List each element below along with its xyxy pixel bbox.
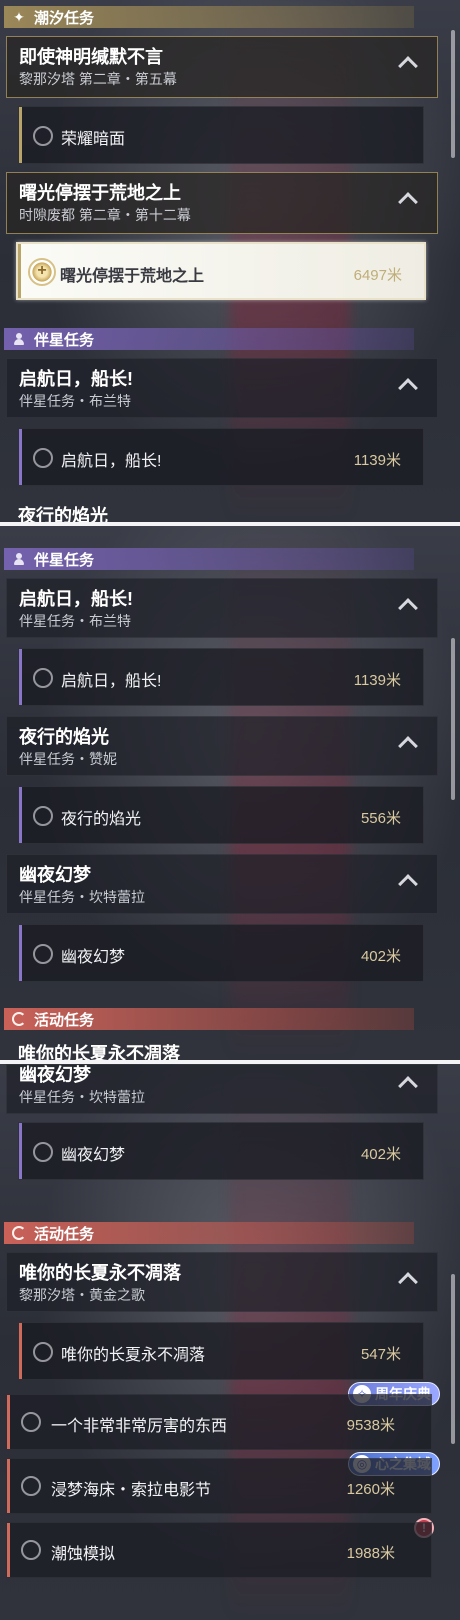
swirl-icon [10,1224,28,1242]
chevron-up-icon[interactable] [398,874,418,894]
subquest-distance: 547米 [360,1346,401,1363]
chevron-up-icon[interactable] [398,1272,418,1292]
quest-title-partial: 夜行的焰光 [18,506,108,522]
section-label: 潮汐任务 [34,9,95,27]
quest-subtitle: 时隙废都 第二章・第十二幕 [19,207,191,223]
section-header-tide: ✦ 潮汐任务 [4,6,414,28]
event-quest-distance: 1260米 [346,1481,395,1498]
quest-card-partial[interactable]: 幽夜幻梦 伴星任务・坎特蕾拉 [6,1064,438,1114]
subquest-item[interactable]: 荣耀暗面 [18,106,424,164]
subquest-item[interactable]: 启航日，船长! 1139米 [18,428,424,486]
subquest-title: 唯你的长夏永不凋落 [61,1347,206,1364]
event-quest-title: 潮蚀模拟 [51,1546,116,1563]
event-quest-item[interactable]: 浸梦海床・索拉电影节 1260米 [6,1458,432,1514]
quest-subtitle: 黎那汐塔・黄金之歌 [19,1287,145,1303]
event-quest-item[interactable]: 一个非常非常厉害的东西 9538米 [6,1394,432,1450]
quest-subtitle: 伴星任务・赞妮 [19,751,117,767]
quest-card[interactable]: 即使神明缄默不言 黎那汐塔 第二章・第五幕 [6,36,438,98]
event-quest-title: 浸梦海床・索拉电影节 [51,1482,212,1499]
subquest-title: 启航日，船长! [61,673,162,690]
quest-card[interactable]: 幽夜幻梦 伴星任务・坎特蕾拉 [6,854,438,914]
quest-card[interactable]: 曙光停摆于荒地之上 时隙废都 第二章・第十二幕 [6,172,438,234]
track-circle-icon[interactable] [33,1342,53,1362]
quest-title-partial: 唯你的长夏永不凋落 [18,1044,180,1060]
chevron-up-icon[interactable] [398,56,418,76]
scrollbar[interactable] [451,1274,455,1444]
subquest-item[interactable]: 夜行的焰光 556米 [18,786,424,844]
subquest-distance: 402米 [360,948,401,965]
section-label: 伴星任务 [34,551,95,569]
quest-title: 即使神明缄默不言 [19,47,163,67]
event-quest-distance: 1988米 [346,1545,395,1562]
quest-subtitle: 伴星任务・坎特蕾拉 [19,889,145,905]
swirl-icon [10,1010,28,1028]
event-quest-item[interactable]: 潮蚀模拟 1988米 [6,1522,432,1578]
chevron-up-icon[interactable] [398,736,418,756]
quest-title: 幽夜幻梦 [19,1065,91,1085]
subquest-title: 曙光停摆于荒地之上 [60,268,205,285]
subquest-title: 荣耀暗面 [61,131,126,148]
subquest-title: 幽夜幻梦 [61,949,126,966]
subquest-distance: 556米 [360,810,401,827]
section-header-event: 活动任务 [4,1222,414,1244]
quest-subtitle: 黎那汐塔 第二章・第五幕 [19,71,177,87]
scrollbar[interactable] [451,30,455,158]
quest-title: 启航日，船长! [19,369,133,389]
subquest-distance: 1139米 [353,672,401,689]
quest-subtitle: 伴星任务・布兰特 [19,393,131,409]
track-circle-icon[interactable] [21,1412,41,1432]
quest-title: 幽夜幻梦 [19,865,91,885]
section-header-companion: 伴星任务 [4,548,414,570]
quest-card[interactable]: 夜行的焰光 伴星任务・赞妮 [6,716,438,776]
track-circle-icon[interactable] [33,126,53,146]
track-circle-icon[interactable] [33,1142,53,1162]
chevron-up-icon[interactable] [398,1076,418,1096]
section-label: 伴星任务 [34,331,95,349]
scrollbar[interactable] [451,638,455,800]
subquest-title: 夜行的焰光 [61,811,142,828]
section-header-event: 活动任务 [4,1008,414,1030]
quest-title: 曙光停摆于荒地之上 [19,183,181,203]
quest-panel-3: 幽夜幻梦 伴星任务・坎特蕾拉 幽夜幻梦 402米 活动任务 唯你的长夏永不凋落 … [0,1064,460,1620]
quest-title: 夜行的焰光 [19,727,109,747]
section-label: 活动任务 [34,1011,95,1029]
subquest-item[interactable]: 唯你的长夏永不凋落 547米 [18,1322,424,1380]
quest-title: 唯你的长夏永不凋落 [19,1263,181,1283]
tracked-quest-icon[interactable] [28,258,56,286]
person-icon [10,550,28,568]
track-circle-icon[interactable] [33,944,53,964]
track-circle-icon[interactable] [33,668,53,688]
subquest-item-tracked[interactable]: 曙光停摆于荒地之上 6497米 [16,242,426,300]
section-label: 活动任务 [34,1225,95,1243]
subquest-distance: 6497米 [353,267,402,284]
quest-card[interactable]: 唯你的长夏永不凋落 黎那汐塔・黄金之歌 [6,1252,438,1312]
subquest-title: 启航日，船长! [61,453,162,470]
track-circle-icon[interactable] [33,448,53,468]
quest-card[interactable]: 启航日，船长! 伴星任务・布兰特 [6,578,438,638]
event-quest-title: 一个非常非常厉害的东西 [51,1418,228,1435]
track-circle-icon[interactable] [21,1540,41,1560]
subquest-distance: 1139米 [353,452,401,469]
subquest-distance: 402米 [360,1146,401,1163]
quest-subtitle: 伴星任务・坎特蕾拉 [19,1089,145,1105]
chevron-up-icon[interactable] [398,192,418,212]
subquest-item[interactable]: 启航日，船长! 1139米 [18,648,424,706]
section-header-companion: 伴星任务 [4,328,414,350]
event-quest-distance: 9538米 [346,1417,395,1434]
subquest-title: 幽夜幻梦 [61,1147,126,1164]
quest-subtitle: 伴星任务・布兰特 [19,613,131,629]
subquest-item[interactable]: 幽夜幻梦 402米 [18,1122,424,1180]
chevron-up-icon[interactable] [398,598,418,618]
quest-card[interactable]: 启航日，船长! 伴星任务・布兰特 [6,358,438,418]
chevron-up-icon[interactable] [398,378,418,398]
subquest-item[interactable]: 幽夜幻梦 402米 [18,924,424,982]
track-circle-icon[interactable] [33,806,53,826]
person-icon [10,330,28,348]
track-circle-icon[interactable] [21,1476,41,1496]
quest-title: 启航日，船长! [19,589,133,609]
quest-panel-2: 伴星任务 启航日，船长! 伴星任务・布兰特 启航日，船长! 1139米 夜行的焰… [0,526,460,1060]
star-icon: ✦ [13,8,25,25]
quest-panel-1: ✦ 潮汐任务 即使神明缄默不言 黎那汐塔 第二章・第五幕 荣耀暗面 曙光停摆于荒… [0,0,460,522]
